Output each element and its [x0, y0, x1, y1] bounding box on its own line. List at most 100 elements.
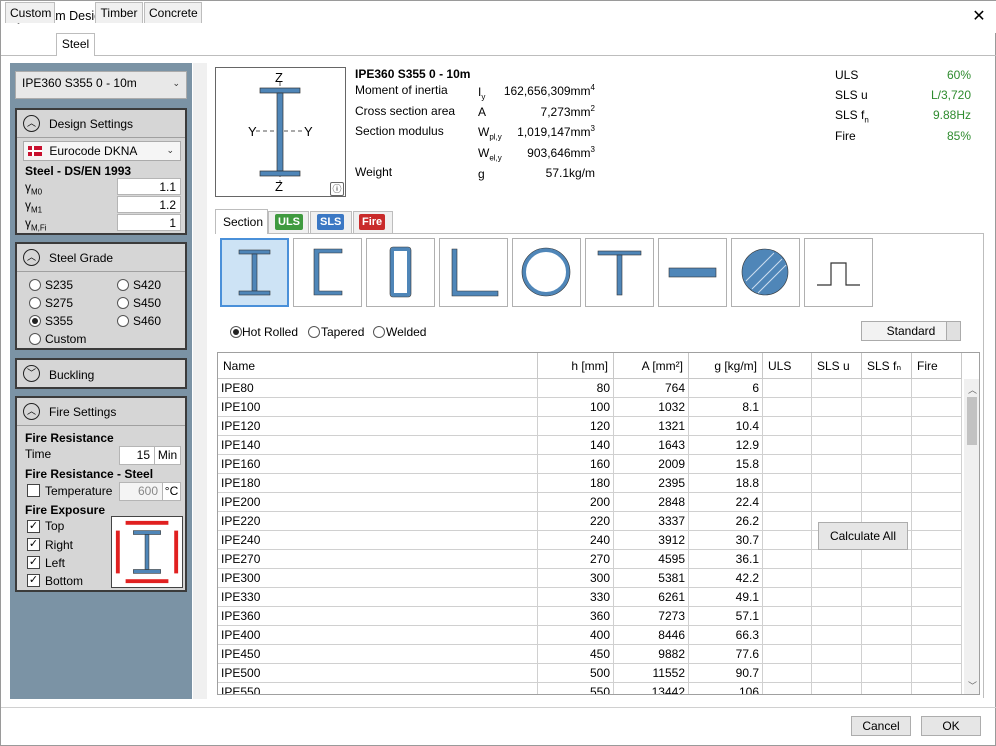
table-cell[interactable]: 8.1: [689, 398, 763, 417]
temperature-input[interactable]: 600: [119, 482, 163, 501]
table-cell[interactable]: [912, 683, 962, 694]
radio-s275[interactable]: [29, 297, 41, 309]
table-cell[interactable]: [862, 607, 912, 626]
gamma-mfi-input[interactable]: 1: [117, 214, 181, 231]
table-row-name[interactable]: IPE120: [218, 417, 538, 436]
shape-rect-hollow-button[interactable]: [366, 238, 435, 307]
steel-grade-header[interactable]: ︿ Steel Grade: [17, 244, 185, 272]
col-header-fire[interactable]: Fire: [912, 353, 962, 379]
buckling-group[interactable]: ﹀ Buckling: [15, 358, 187, 389]
table-cell[interactable]: [763, 417, 812, 436]
table-scrollbar[interactable]: ︿ ﹀: [964, 379, 979, 694]
table-row-name[interactable]: IPE100: [218, 398, 538, 417]
table-cell[interactable]: [912, 512, 962, 531]
tab-custom[interactable]: Custom: [5, 2, 55, 23]
table-cell[interactable]: 9882: [614, 645, 689, 664]
ok-button[interactable]: OK: [921, 716, 981, 736]
table-row-name[interactable]: IPE360: [218, 607, 538, 626]
col-header-g[interactable]: g [kg/m]: [689, 353, 763, 379]
fire-settings-header[interactable]: ︿ Fire Settings: [17, 398, 185, 426]
col-header-name[interactable]: Name: [218, 353, 538, 379]
table-cell[interactable]: 500: [538, 664, 614, 683]
table-cell[interactable]: 10.4: [689, 417, 763, 436]
col-header-sls-u[interactable]: SLS u: [812, 353, 862, 379]
table-cell[interactable]: [862, 474, 912, 493]
standard-select-toggle[interactable]: [946, 322, 960, 340]
table-cell[interactable]: [862, 398, 912, 417]
table-cell[interactable]: 42.2: [689, 569, 763, 588]
table-cell[interactable]: 15.8: [689, 455, 763, 474]
table-cell[interactable]: 12.9: [689, 436, 763, 455]
table-cell[interactable]: 66.3: [689, 626, 763, 645]
code-select[interactable]: Eurocode DKNA ⌄: [23, 141, 181, 161]
radio-s355[interactable]: [29, 315, 41, 327]
table-cell[interactable]: [812, 626, 862, 645]
table-cell[interactable]: 80: [538, 379, 614, 398]
standard-select[interactable]: Standard: [861, 321, 961, 341]
table-cell[interactable]: [912, 645, 962, 664]
table-cell[interactable]: [862, 645, 912, 664]
table-cell[interactable]: [812, 417, 862, 436]
table-cell[interactable]: 200: [538, 493, 614, 512]
table-cell[interactable]: [763, 588, 812, 607]
table-cell[interactable]: 49.1: [689, 588, 763, 607]
table-cell[interactable]: 120: [538, 417, 614, 436]
exposure-top-checkbox[interactable]: ✓: [27, 520, 40, 533]
table-row-name[interactable]: IPE80: [218, 379, 538, 398]
table-cell[interactable]: [812, 664, 862, 683]
table-cell[interactable]: [763, 512, 812, 531]
time-input[interactable]: 15: [119, 446, 155, 465]
table-cell[interactable]: [912, 588, 962, 607]
table-cell[interactable]: 140: [538, 436, 614, 455]
table-cell[interactable]: 400: [538, 626, 614, 645]
table-cell[interactable]: 160: [538, 455, 614, 474]
table-cell[interactable]: [763, 455, 812, 474]
calculate-all-button[interactable]: Calculate All: [818, 522, 908, 550]
table-cell[interactable]: [812, 398, 862, 417]
table-row-name[interactable]: IPE550: [218, 683, 538, 694]
table-cell[interactable]: 1321: [614, 417, 689, 436]
table-cell[interactable]: [912, 379, 962, 398]
tab-steel[interactable]: Steel: [56, 33, 95, 56]
radio-tapered[interactable]: [308, 326, 320, 338]
scrollbar-thumb[interactable]: [967, 397, 977, 445]
table-row-name[interactable]: IPE140: [218, 436, 538, 455]
collapse-icon[interactable]: ︿: [23, 403, 40, 420]
scroll-up-icon[interactable]: ︿: [968, 383, 977, 396]
table-cell[interactable]: 3337: [614, 512, 689, 531]
col-header-a[interactable]: A [mm²]: [614, 353, 689, 379]
table-cell[interactable]: 300: [538, 569, 614, 588]
table-row-name[interactable]: IPE270: [218, 550, 538, 569]
table-cell[interactable]: [763, 379, 812, 398]
radio-s235[interactable]: [29, 279, 41, 291]
table-cell[interactable]: [862, 379, 912, 398]
table-cell[interactable]: [912, 398, 962, 417]
tab-section[interactable]: Section: [215, 209, 268, 234]
table-cell[interactable]: [862, 569, 912, 588]
table-cell[interactable]: 36.1: [689, 550, 763, 569]
table-cell[interactable]: [862, 455, 912, 474]
exposure-left-checkbox[interactable]: ✓: [27, 556, 40, 569]
table-cell[interactable]: 2395: [614, 474, 689, 493]
table-cell[interactable]: 26.2: [689, 512, 763, 531]
table-cell[interactable]: [912, 664, 962, 683]
table-cell[interactable]: 180: [538, 474, 614, 493]
table-row-name[interactable]: IPE330: [218, 588, 538, 607]
table-row-name[interactable]: IPE200: [218, 493, 538, 512]
table-cell[interactable]: [812, 379, 862, 398]
shape-flat-bar-button[interactable]: [658, 238, 727, 307]
table-cell[interactable]: [912, 569, 962, 588]
table-cell[interactable]: [862, 664, 912, 683]
table-cell[interactable]: 7273: [614, 607, 689, 626]
tab-fire[interactable]: Fire: [353, 211, 393, 233]
tab-sls[interactable]: SLS: [310, 211, 352, 233]
table-cell[interactable]: 1032: [614, 398, 689, 417]
gamma-m1-input[interactable]: 1.2: [117, 196, 181, 213]
table-cell[interactable]: 106: [689, 683, 763, 694]
table-cell[interactable]: 18.8: [689, 474, 763, 493]
expand-icon[interactable]: ﹀: [23, 365, 40, 382]
table-row-name[interactable]: IPE180: [218, 474, 538, 493]
table-cell[interactable]: [912, 436, 962, 455]
shape-channel-button[interactable]: [293, 238, 362, 307]
table-cell[interactable]: 6: [689, 379, 763, 398]
